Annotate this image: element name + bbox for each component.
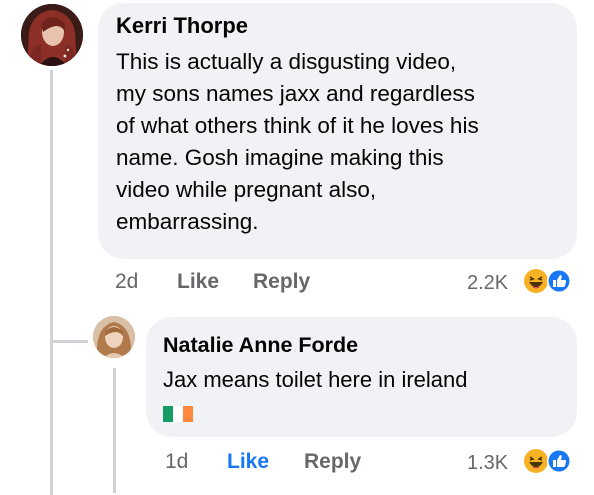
- comment-text-line: name. Gosh imagine making this: [116, 145, 444, 170]
- comment-text-line: embarrassing.: [116, 209, 259, 234]
- avatar[interactable]: [93, 316, 135, 358]
- reaction-count[interactable]: 2.2K: [467, 272, 508, 295]
- thread-line-branch: [50, 340, 88, 343]
- avatar-photo: [21, 4, 83, 66]
- comment-timestamp[interactable]: 1d: [165, 450, 188, 474]
- reply-button[interactable]: Reply: [304, 450, 361, 474]
- like-icon: [547, 449, 571, 473]
- reaction-count[interactable]: 1.3K: [467, 452, 508, 475]
- comment-author[interactable]: Kerri Thorpe: [116, 13, 248, 39]
- avatar[interactable]: [21, 4, 83, 66]
- comment-text-line: This is actually a disgusting video,: [116, 49, 457, 74]
- haha-icon: [524, 269, 548, 293]
- like-button[interactable]: Like: [177, 270, 219, 294]
- comment-author[interactable]: Natalie Anne Forde: [163, 333, 358, 358]
- haha-icon: [524, 449, 548, 473]
- reply-button[interactable]: Reply: [253, 270, 310, 294]
- like-button[interactable]: Like: [227, 450, 269, 474]
- comment-text-line: video while pregnant also,: [116, 177, 377, 202]
- thread-line-reply: [113, 368, 116, 493]
- ireland-flag-emoji: [163, 406, 193, 422]
- avatar-photo: [93, 316, 135, 358]
- comment-text-line: my sons names jaxx and regardless: [116, 81, 475, 106]
- comment-timestamp[interactable]: 2d: [115, 270, 138, 294]
- comment-bubble: Kerri Thorpe This is actually a disgusti…: [98, 3, 577, 259]
- thread-line-main: [50, 70, 53, 495]
- like-icon: [547, 269, 571, 293]
- reaction-icons[interactable]: [523, 448, 573, 474]
- reply-bubble: Natalie Anne Forde Jax means toilet here…: [146, 317, 577, 437]
- reaction-icons[interactable]: [523, 268, 573, 294]
- comment-text-line: Jax means toilet here in ireland: [163, 367, 468, 392]
- comment-text-line: of what others think of it he loves his: [116, 113, 479, 138]
